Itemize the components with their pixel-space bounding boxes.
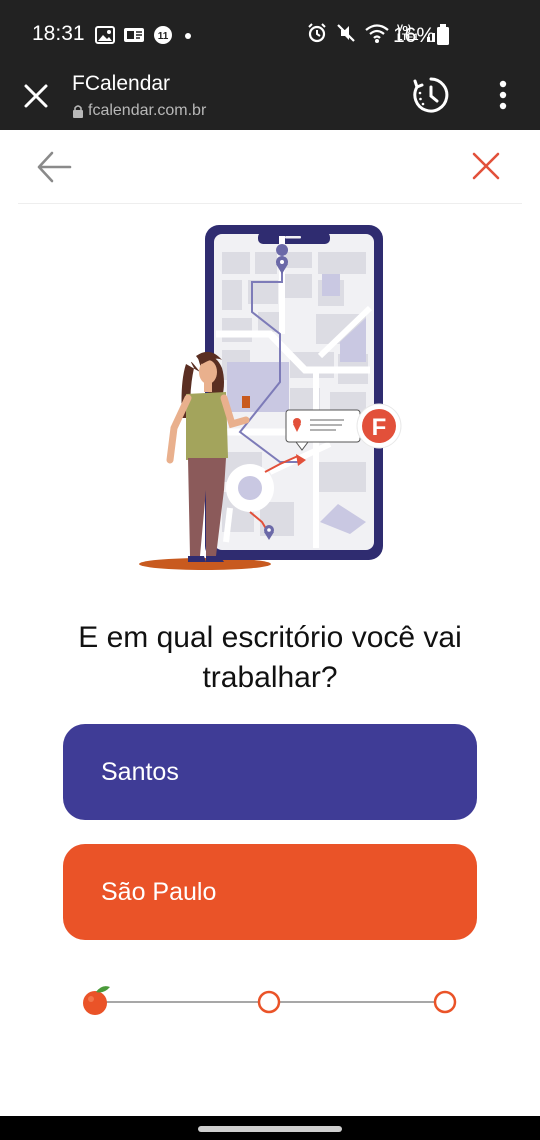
close-icon[interactable] <box>22 82 50 110</box>
timer-icon[interactable] <box>412 76 450 114</box>
option-sao-paulo-label: São Paulo <box>101 877 217 906</box>
messenger-icon <box>124 28 144 42</box>
progress-step-2 <box>257 990 281 1014</box>
mute-icon <box>337 24 355 42</box>
more-vert-icon[interactable] <box>498 80 508 110</box>
dot-icon <box>185 33 191 39</box>
wifi-icon <box>365 24 389 43</box>
option-santos-label: Santos <box>101 757 179 786</box>
orange-fruit-icon <box>83 986 110 1015</box>
browser-toolbar: FCalendar fcalendar.com.br <box>0 66 540 130</box>
progress-step-3 <box>433 990 457 1014</box>
option-sao-paulo-button[interactable]: São Paulo <box>63 844 477 940</box>
close-red-icon[interactable] <box>470 150 502 182</box>
status-time: 18:31 <box>32 22 85 45</box>
status-bar: 18:31 11 Vo) LTE1 16% <box>0 0 540 66</box>
question-heading: E em qual escritório você vai trabalhar? <box>78 621 462 694</box>
home-gesture-pill[interactable] <box>198 1126 342 1132</box>
browser-url: fcalendar.com.br <box>88 102 207 119</box>
page-nav <box>0 130 540 204</box>
status-left-icons: 11 <box>95 24 195 46</box>
lock-icon <box>73 105 83 118</box>
app-badge-icon: 11 <box>154 26 172 44</box>
svg-text:F: F <box>372 414 387 441</box>
back-arrow-icon[interactable] <box>36 150 72 184</box>
progress-stepper <box>83 986 457 1015</box>
nav-divider <box>18 203 522 204</box>
option-santos-button[interactable]: Santos <box>63 724 477 820</box>
browser-page-title: FCalendar <box>72 72 171 95</box>
alarm-icon <box>308 23 326 43</box>
battery-icon <box>437 24 449 45</box>
svg-text:11: 11 <box>158 31 169 42</box>
battery-text: 16% <box>393 24 436 47</box>
map-phone-illustration: F <box>139 225 402 570</box>
gallery-icon <box>95 26 115 44</box>
